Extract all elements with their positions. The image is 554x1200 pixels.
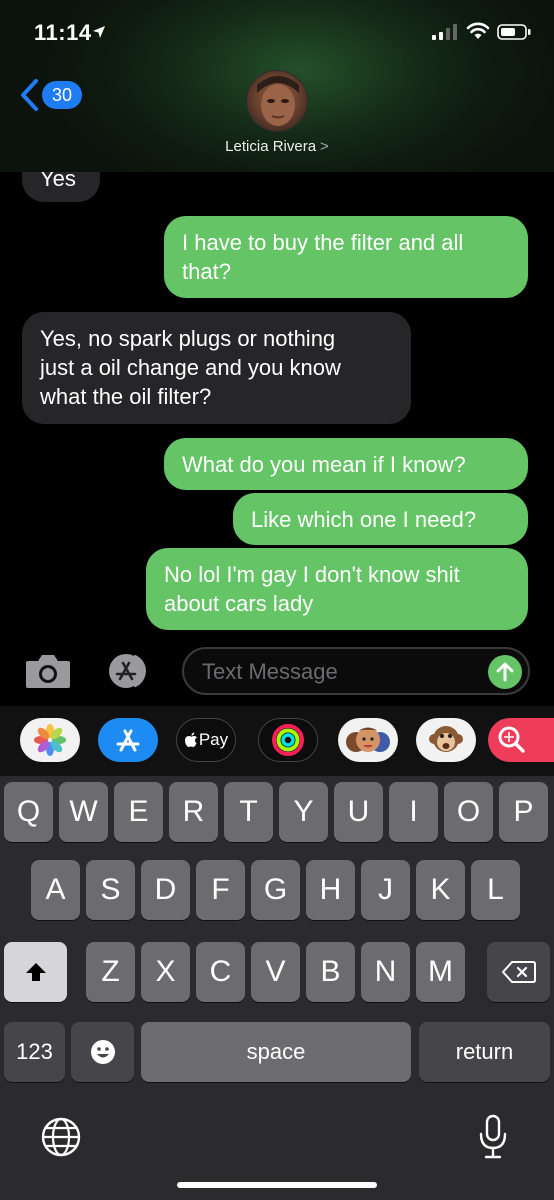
message-text: Like which one I need? bbox=[251, 507, 477, 532]
message-bubble-outgoing[interactable]: No lol I'm gay I don't know shit about c… bbox=[146, 548, 528, 630]
key-g[interactable]: G bbox=[251, 860, 300, 920]
emoji-key[interactable] bbox=[71, 1022, 134, 1082]
contact-name-button[interactable]: Leticia Rivera > bbox=[0, 138, 554, 155]
key-b[interactable]: B bbox=[306, 942, 355, 1002]
numbers-key[interactable]: 123 bbox=[4, 1022, 65, 1082]
key-a[interactable]: A bbox=[31, 860, 80, 920]
status-time: 11:14 bbox=[34, 20, 92, 45]
key-p[interactable]: P bbox=[499, 782, 548, 842]
app-store-icon[interactable] bbox=[98, 718, 158, 762]
compose-bar bbox=[0, 638, 554, 706]
key-l[interactable]: L bbox=[471, 860, 520, 920]
key-i[interactable]: I bbox=[389, 782, 438, 842]
wifi-icon bbox=[466, 22, 490, 39]
message-bubble-outgoing[interactable]: Like which one I need? bbox=[233, 493, 528, 545]
message-list[interactable]: Yes I have to buy the filter and all tha… bbox=[0, 172, 554, 638]
key-x[interactable]: X bbox=[141, 942, 190, 1002]
message-bubble-outgoing[interactable]: What do you mean if I know? bbox=[164, 438, 528, 490]
imessage-app-drawer: Pay bbox=[0, 706, 554, 776]
emoji-icon bbox=[90, 1040, 115, 1064]
space-key[interactable]: space bbox=[141, 1022, 411, 1082]
key-q[interactable]: Q bbox=[4, 782, 53, 842]
message-text-line: what the oil filter? bbox=[40, 384, 212, 409]
key-h[interactable]: H bbox=[306, 860, 355, 920]
key-r[interactable]: R bbox=[169, 782, 218, 842]
key-w[interactable]: W bbox=[59, 782, 108, 842]
cellular-signal-icon bbox=[432, 24, 457, 40]
message-text-line: that? bbox=[182, 259, 231, 284]
message-text-line: No lol I'm gay I don't know shit bbox=[164, 562, 460, 587]
shift-arrow-icon bbox=[25, 963, 46, 981]
home-indicator[interactable] bbox=[177, 1182, 377, 1188]
message-text-line: just a oil change and you know bbox=[40, 355, 341, 380]
key-f[interactable]: F bbox=[196, 860, 245, 920]
key-e[interactable]: E bbox=[114, 782, 163, 842]
camera-icon[interactable] bbox=[24, 652, 72, 690]
key-n[interactable]: N bbox=[361, 942, 410, 1002]
microphone-icon[interactable] bbox=[478, 1114, 508, 1160]
key-m[interactable]: M bbox=[416, 942, 465, 1002]
message-text-line: Yes, no spark plugs or nothing bbox=[40, 326, 336, 351]
send-button[interactable] bbox=[488, 655, 522, 689]
battery-icon bbox=[497, 24, 531, 40]
apple-logo-icon bbox=[184, 732, 197, 747]
chevron-left-icon bbox=[21, 79, 38, 111]
status-bar: 11:14 bbox=[0, 0, 554, 60]
globe-icon[interactable] bbox=[40, 1116, 82, 1158]
key-d[interactable]: D bbox=[141, 860, 190, 920]
message-bubble-incoming[interactable]: Yes, no spark plugs or nothing just a oi… bbox=[22, 312, 411, 424]
return-key[interactable]: return bbox=[419, 1022, 550, 1082]
photos-icon[interactable] bbox=[20, 718, 80, 762]
backspace-icon bbox=[501, 961, 536, 983]
message-text-line: I have to buy the filter and all bbox=[182, 230, 464, 255]
message-input[interactable] bbox=[202, 657, 482, 687]
key-j[interactable]: J bbox=[361, 860, 410, 920]
key-s[interactable]: S bbox=[86, 860, 135, 920]
apple-pay-icon[interactable]: Pay bbox=[176, 718, 236, 762]
memoji-icon[interactable] bbox=[338, 718, 398, 762]
shift-key[interactable] bbox=[4, 942, 67, 1002]
message-bubble-outgoing[interactable]: I have to buy the filter and all that? bbox=[164, 216, 528, 298]
contact-avatar[interactable] bbox=[246, 70, 308, 132]
activity-icon[interactable] bbox=[258, 718, 318, 762]
message-text: Yes bbox=[40, 172, 76, 191]
message-text: What do you mean if I know? bbox=[182, 452, 466, 477]
arrow-up-icon bbox=[496, 662, 514, 682]
conversation-header: 11:14 30 Leticia Rivera > bbox=[0, 0, 554, 172]
key-o[interactable]: O bbox=[444, 782, 493, 842]
chevron-right-icon: > bbox=[320, 138, 329, 155]
back-button[interactable]: 30 bbox=[18, 78, 82, 112]
contact-name: Leticia Rivera bbox=[225, 138, 317, 155]
key-y[interactable]: Y bbox=[279, 782, 328, 842]
search-images-icon[interactable] bbox=[488, 718, 554, 762]
apps-icon[interactable] bbox=[104, 652, 156, 690]
key-c[interactable]: C bbox=[196, 942, 245, 1002]
key-z[interactable]: Z bbox=[86, 942, 135, 1002]
key-v[interactable]: V bbox=[251, 942, 300, 1002]
unread-count-badge: 30 bbox=[42, 81, 82, 109]
keyboard: Q W E R T Y U I O P A S D F G H J K L Z … bbox=[0, 776, 554, 1200]
location-arrow-icon bbox=[93, 26, 105, 38]
key-u[interactable]: U bbox=[334, 782, 383, 842]
key-t[interactable]: T bbox=[224, 782, 273, 842]
message-text-line: about cars lady bbox=[164, 591, 314, 616]
contact-photo bbox=[257, 76, 299, 126]
message-bubble-incoming[interactable]: Yes bbox=[22, 172, 100, 202]
apple-pay-label: Pay bbox=[198, 730, 229, 749]
delete-key[interactable] bbox=[487, 942, 550, 1002]
key-k[interactable]: K bbox=[416, 860, 465, 920]
animoji-monkey-icon[interactable] bbox=[416, 718, 476, 762]
message-input-field[interactable] bbox=[182, 647, 530, 695]
